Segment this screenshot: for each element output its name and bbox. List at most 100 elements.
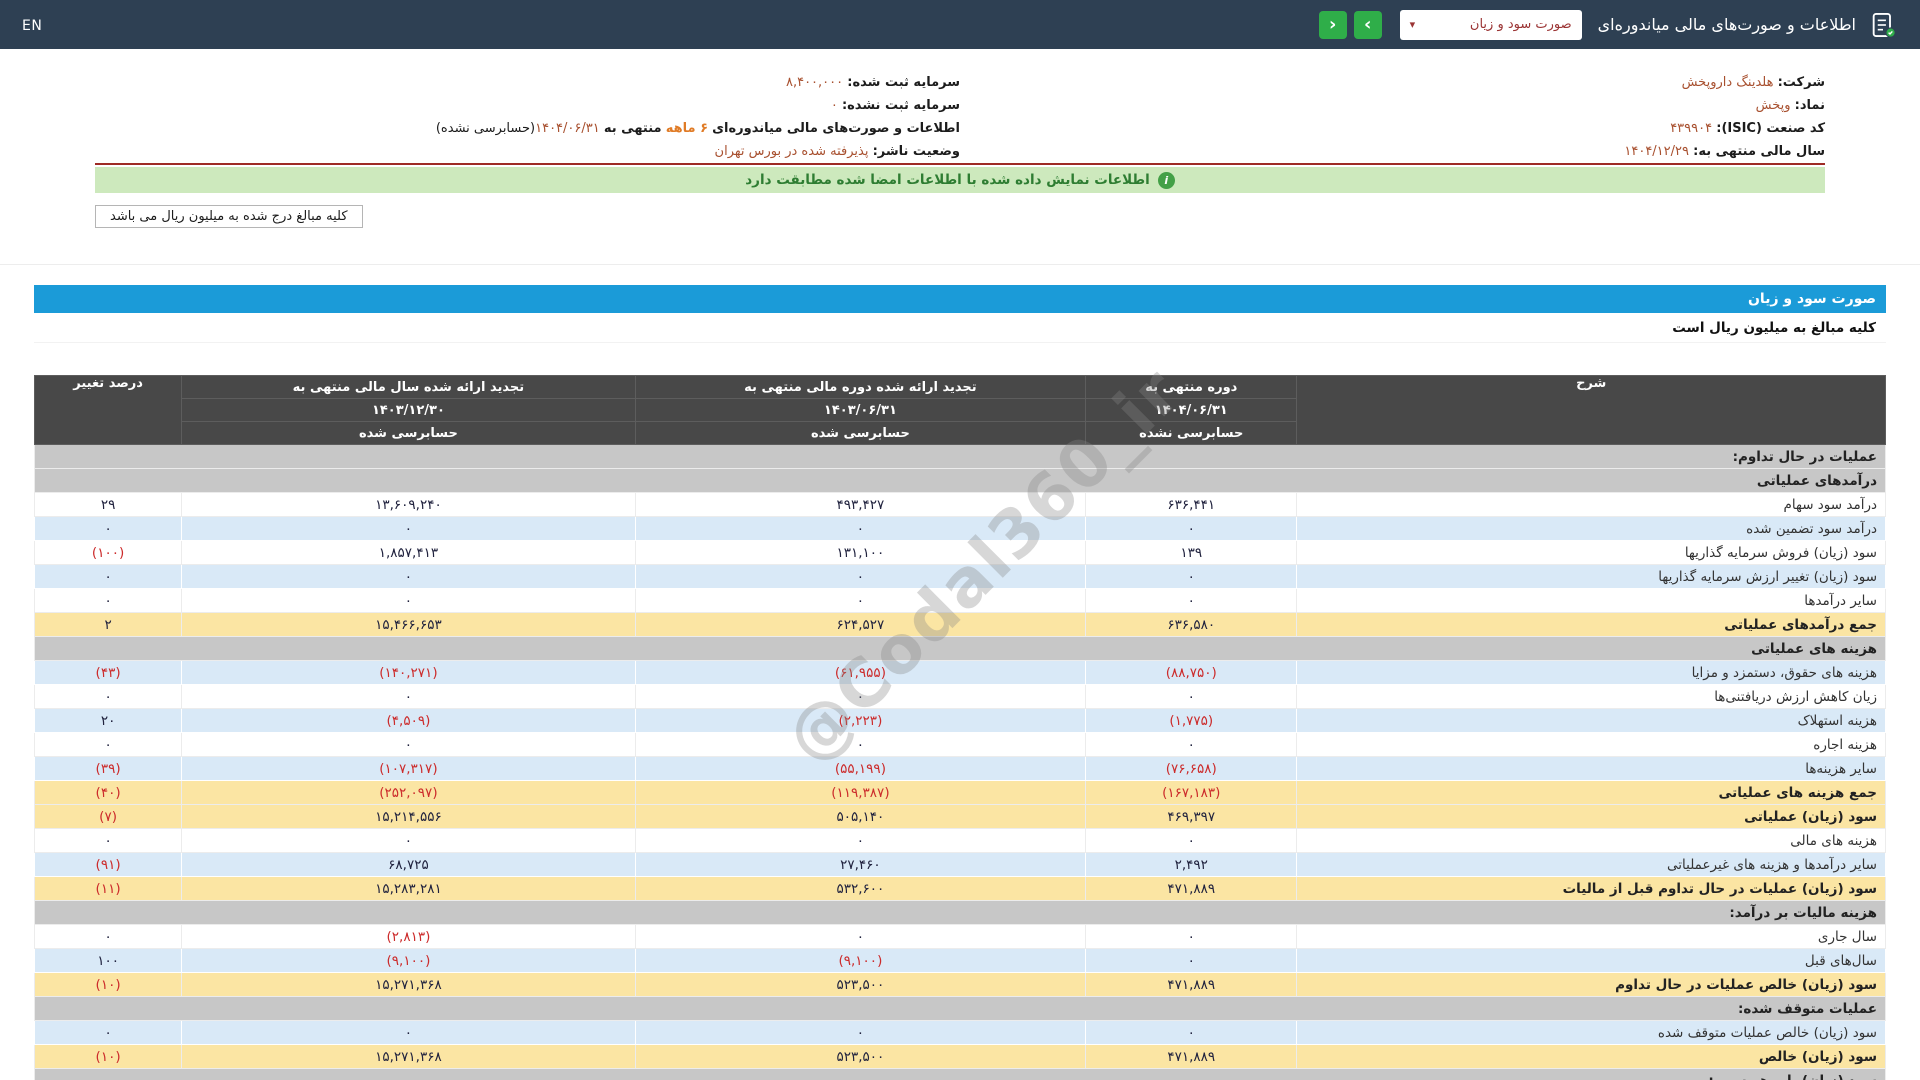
row-value: ۰ bbox=[181, 828, 636, 853]
row-label: جمع هزینه های عملیاتی bbox=[1296, 780, 1886, 805]
row-value: ۴۶۹,۳۹۷ bbox=[1085, 804, 1298, 829]
row-label: سال‌های قبل bbox=[1296, 948, 1886, 973]
row-value: (۱۴۰,۲۷۱) bbox=[181, 660, 636, 685]
row-label: هزینه های حقوق، دستمزد و مزایا bbox=[1296, 660, 1886, 685]
row-value: ۱۵,۲۱۴,۵۵۶ bbox=[181, 804, 636, 829]
statement-section: @Codal360_ir صورت سود و زیان کلیه مبالغ … bbox=[0, 264, 1920, 1080]
income-statement-header: شرح دوره منتهی به تجدید ارائه شده دوره م… bbox=[33, 375, 1886, 445]
symbol-value: وپخش bbox=[1755, 98, 1791, 113]
row-value: (۹,۱۰۰) bbox=[634, 948, 1087, 973]
statement-row: سایر درآمدها ۰ ۰ ۰ ۰ bbox=[33, 588, 1886, 613]
company-name-label: شرکت: bbox=[1777, 75, 1825, 90]
row-value: ۲,۴۹۲ bbox=[1085, 852, 1298, 877]
row-value: ۰ bbox=[1085, 516, 1298, 541]
header-prior-period: تجدید ارائه شده دوره مالی منتهی به bbox=[634, 375, 1087, 399]
row-value: ۱۵,۲۸۳,۲۸۱ bbox=[181, 876, 636, 901]
next-statement-button[interactable]: › bbox=[1353, 10, 1382, 39]
issuer-status-label: وضعیت ناشر: bbox=[872, 144, 960, 159]
row-label: سود (زیان) عملیاتی bbox=[1296, 804, 1886, 829]
row-value: (۲,۲۲۳) bbox=[634, 708, 1087, 733]
language-toggle-en[interactable]: EN bbox=[22, 18, 42, 34]
section-row: درآمدهای عملیاتی bbox=[34, 468, 1886, 493]
row-value: ۶۳۶,۵۸۰ bbox=[1085, 612, 1298, 637]
row-value: ۰ bbox=[33, 588, 183, 613]
info-icon: i bbox=[1157, 171, 1175, 189]
header-year-audit: حسابرسی شده bbox=[181, 421, 636, 445]
row-value: ۴۷۱,۸۸۹ bbox=[1085, 1044, 1298, 1069]
prev-statement-button[interactable]: ‹ bbox=[1318, 10, 1347, 39]
banner-text: اطلاعات نمایش داده شده با اطلاعات امضا ش… bbox=[745, 172, 1150, 188]
fiscal-year-value: ۱۴۰۴/۱۲/۲۹ bbox=[1624, 144, 1689, 159]
row-value: ۰ bbox=[181, 1020, 636, 1045]
top-navbar: اطلاعات و صورت‌های مالی میاندوره‌ای صورت… bbox=[0, 0, 1920, 49]
section-row: هزینه های عملیاتی bbox=[34, 636, 1886, 661]
statement-row: سایر درآمدها و هزینه های غیرعملیاتی ۲,۴۹۲… bbox=[33, 852, 1886, 877]
row-value: ۰ bbox=[1085, 588, 1298, 613]
row-label: هزینه اجاره bbox=[1296, 732, 1886, 757]
row-value: ۴۷۱,۸۸۹ bbox=[1085, 876, 1298, 901]
section-label: درآمدهای عملیاتی bbox=[34, 468, 1886, 493]
row-value: (۴,۵۰۹) bbox=[181, 708, 636, 733]
statement-row: سال جاری ۰ ۰ (۲,۸۱۳) ۰ bbox=[33, 924, 1886, 949]
section-row: عملیات در حال تداوم: bbox=[34, 444, 1886, 469]
statement-select[interactable]: صورت سود و زیان ▾ bbox=[1399, 9, 1582, 40]
row-value: ۱۳۱,۱۰۰ bbox=[634, 540, 1087, 565]
statement-row: سود (زیان) فروش سرمایه گذاریها ۱۳۹ ۱۳۱,۱۰۰… bbox=[33, 540, 1886, 565]
row-value: (۵۵,۱۹۹) bbox=[634, 756, 1087, 781]
row-value: ۰ bbox=[634, 1020, 1087, 1045]
next-arrow-icon: › bbox=[1363, 13, 1372, 35]
row-value: ۱۳۹ bbox=[1085, 540, 1298, 565]
statement-row: هزینه های حقوق، دستمزد و مزایا (۸۸,۷۵۰) (۶… bbox=[33, 660, 1886, 685]
fiscal-year-cell: سال مالی منتهی به: ۱۴۰۴/۱۲/۲۹ bbox=[960, 144, 1825, 159]
row-value: ۰ bbox=[33, 516, 183, 541]
statement-row: جمع درآمدهای عملیاتی ۶۳۶,۵۸۰ ۶۲۴,۵۲۷ ۱۵,۴۶۶… bbox=[33, 612, 1886, 637]
section-row: هزینه مالیات بر درآمد: bbox=[34, 900, 1886, 925]
row-label: سود (زیان) خالص عملیات متوقف شده bbox=[1296, 1020, 1886, 1045]
row-value: (۸۸,۷۵۰) bbox=[1085, 660, 1298, 685]
unregistered-capital-value: ۰ bbox=[830, 98, 838, 113]
income-statement-table: شرح دوره منتهی به تجدید ارائه شده دوره م… bbox=[33, 375, 1886, 1080]
statement-nav-buttons: › ‹ bbox=[1318, 10, 1382, 39]
period-info-cell: اطلاعات و صورت‌های مالی میاندوره‌ای ۶ ما… bbox=[95, 121, 960, 136]
section-label: سود (زیان) پایه هر سهم: bbox=[34, 1068, 1886, 1080]
row-value: (۷۶,۶۵۸) bbox=[1085, 756, 1298, 781]
row-value: ۰ bbox=[634, 588, 1087, 613]
row-value: ۰ bbox=[1085, 732, 1298, 757]
row-value: ۲۷,۴۶۰ bbox=[634, 852, 1087, 877]
row-value: ۰ bbox=[33, 1020, 183, 1045]
row-label: سود (زیان) خالص عملیات در حال تداوم bbox=[1296, 972, 1886, 997]
unit-note-box-wrapper: کلیه مبالغ درج شده به میلیون ریال می باش… bbox=[95, 205, 363, 228]
row-label: جمع درآمدهای عملیاتی bbox=[1296, 612, 1886, 637]
row-label: سایر درآمدها و هزینه های غیرعملیاتی bbox=[1296, 852, 1886, 877]
row-value: ۲۰ bbox=[33, 708, 183, 733]
row-label: سایر هزینه‌ها bbox=[1296, 756, 1886, 781]
row-value: ۰ bbox=[1085, 924, 1298, 949]
section-label: عملیات متوقف شده: bbox=[34, 996, 1886, 1021]
row-label: هزینه استهلاک bbox=[1296, 708, 1886, 733]
period-audit-status: (حسابرسی نشده) bbox=[435, 121, 536, 136]
company-info: شرکت: هلدینگ داروپخش سرمایه ثبت شده: ۸,۴… bbox=[95, 71, 1825, 165]
row-value: (۱۰۷,۳۱۷) bbox=[181, 756, 636, 781]
row-value: (۱۱۹,۳۸۷) bbox=[634, 780, 1087, 805]
row-label: زیان کاهش ارزش دریافتنی‌ها bbox=[1296, 684, 1886, 709]
row-value: ۱۳,۶۰۹,۲۴۰ bbox=[181, 492, 636, 517]
topbar-left-group: EN bbox=[22, 15, 42, 34]
row-value: ۰ bbox=[1085, 684, 1298, 709]
row-value: ۵۲۳,۵۰۰ bbox=[634, 1044, 1087, 1069]
row-value: ۴۷۱,۸۸۹ bbox=[1085, 972, 1298, 997]
statement-table-body: عملیات در حال تداوم: درآمدهای عملیاتی درآم… bbox=[33, 444, 1886, 1080]
statement-row: زیان کاهش ارزش دریافتنی‌ها ۰ ۰ ۰ ۰ bbox=[33, 684, 1886, 709]
row-label: سود (زیان) فروش سرمایه گذاریها bbox=[1296, 540, 1886, 565]
row-value: (۱۰) bbox=[33, 972, 183, 997]
registered-capital-value: ۸,۴۰۰,۰۰۰ bbox=[785, 75, 844, 90]
period-length: ۶ ماهه bbox=[665, 121, 708, 136]
row-value: ۰ bbox=[1085, 1020, 1298, 1045]
row-value: ۰ bbox=[1085, 948, 1298, 973]
fiscal-year-label: سال مالی منتهی به: bbox=[1693, 144, 1825, 159]
header-percent-change: درصد تغییر bbox=[33, 375, 183, 445]
statement-row: سود (زیان) عملیاتی ۴۶۹,۳۹۷ ۵۰۵,۱۴۰ ۱۵,۲۱۴,۵… bbox=[33, 804, 1886, 829]
row-value: ۰ bbox=[181, 588, 636, 613]
statement-row: درآمد سود سهام ۶۳۶,۴۴۱ ۴۹۳,۴۲۷ ۱۳,۶۰۹,۲۴۰ ۲۹ bbox=[33, 492, 1886, 517]
page-title: اطلاعات و صورت‌های مالی میاندوره‌ای bbox=[1597, 15, 1856, 34]
row-value: ۴۹۳,۴۲۷ bbox=[634, 492, 1087, 517]
